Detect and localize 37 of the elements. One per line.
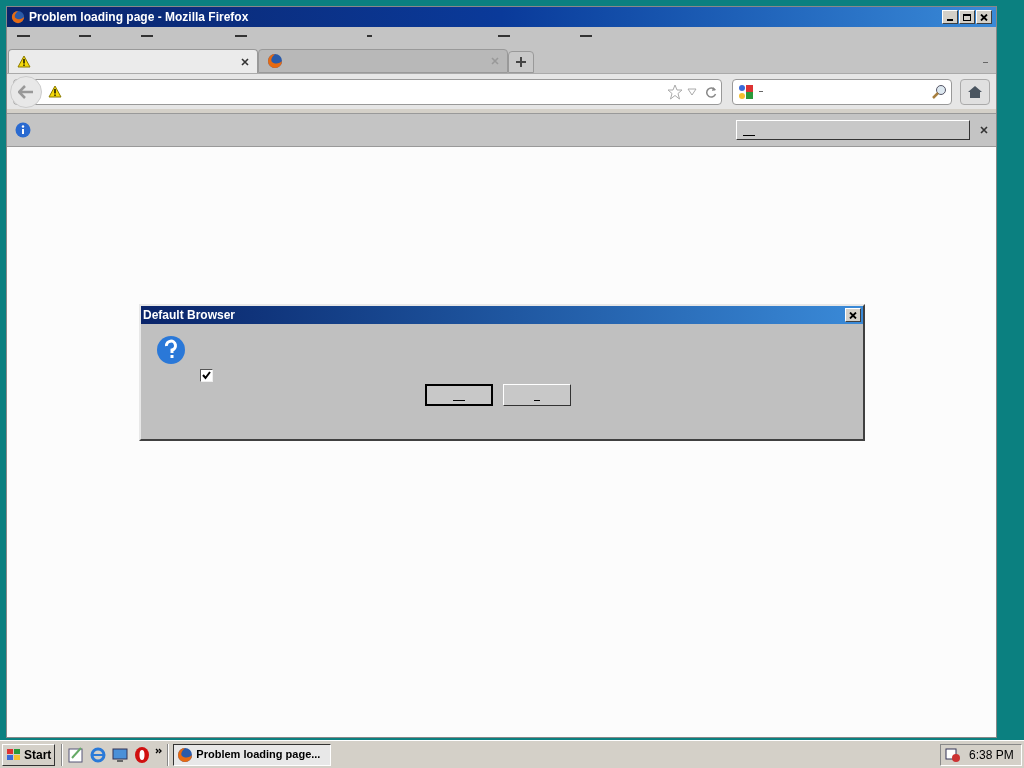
window-title: Problem loading page - Mozilla Firefox xyxy=(29,9,249,26)
home-button[interactable] xyxy=(960,78,990,105)
taskbar-task[interactable]: Problem loading page... xyxy=(173,743,332,766)
dialog-title: Default Browser xyxy=(143,307,236,324)
maximize-button[interactable] xyxy=(959,10,975,24)
reload-icon[interactable] xyxy=(705,85,717,98)
close-button[interactable] xyxy=(845,308,861,322)
home-icon xyxy=(967,84,983,99)
start-button[interactable]: Start xyxy=(2,743,56,766)
search-icon[interactable] xyxy=(931,83,947,100)
warning-icon xyxy=(48,85,62,98)
question-icon xyxy=(156,335,186,365)
back-arrow-icon xyxy=(18,84,34,99)
notification-action-button[interactable] xyxy=(736,120,970,140)
back-button[interactable] xyxy=(10,75,42,108)
close-button[interactable] xyxy=(976,10,992,24)
close-tab-icon[interactable] xyxy=(241,57,249,66)
minimize-button[interactable] xyxy=(942,10,958,24)
scheduler-icon[interactable] xyxy=(945,746,961,763)
dropdown-icon[interactable] xyxy=(687,87,697,96)
checkbox[interactable] xyxy=(200,369,213,382)
chevron-icon[interactable] xyxy=(155,747,164,754)
clock: 6:38 PM xyxy=(969,746,1014,764)
close-icon xyxy=(849,311,857,319)
windows-logo-icon xyxy=(6,747,22,762)
desktop-icon[interactable] xyxy=(111,745,130,764)
dialog-button[interactable] xyxy=(425,384,493,406)
star-icon[interactable] xyxy=(667,83,683,100)
info-icon xyxy=(15,122,31,138)
close-icon[interactable] xyxy=(980,126,988,134)
address-bar[interactable] xyxy=(13,78,722,105)
search-engine-icon[interactable] xyxy=(737,82,755,101)
new-tab-button[interactable] xyxy=(508,51,534,73)
plus-icon xyxy=(516,57,526,67)
search-field[interactable] xyxy=(732,78,952,105)
warning-icon xyxy=(17,55,31,68)
close-icon xyxy=(980,13,988,21)
